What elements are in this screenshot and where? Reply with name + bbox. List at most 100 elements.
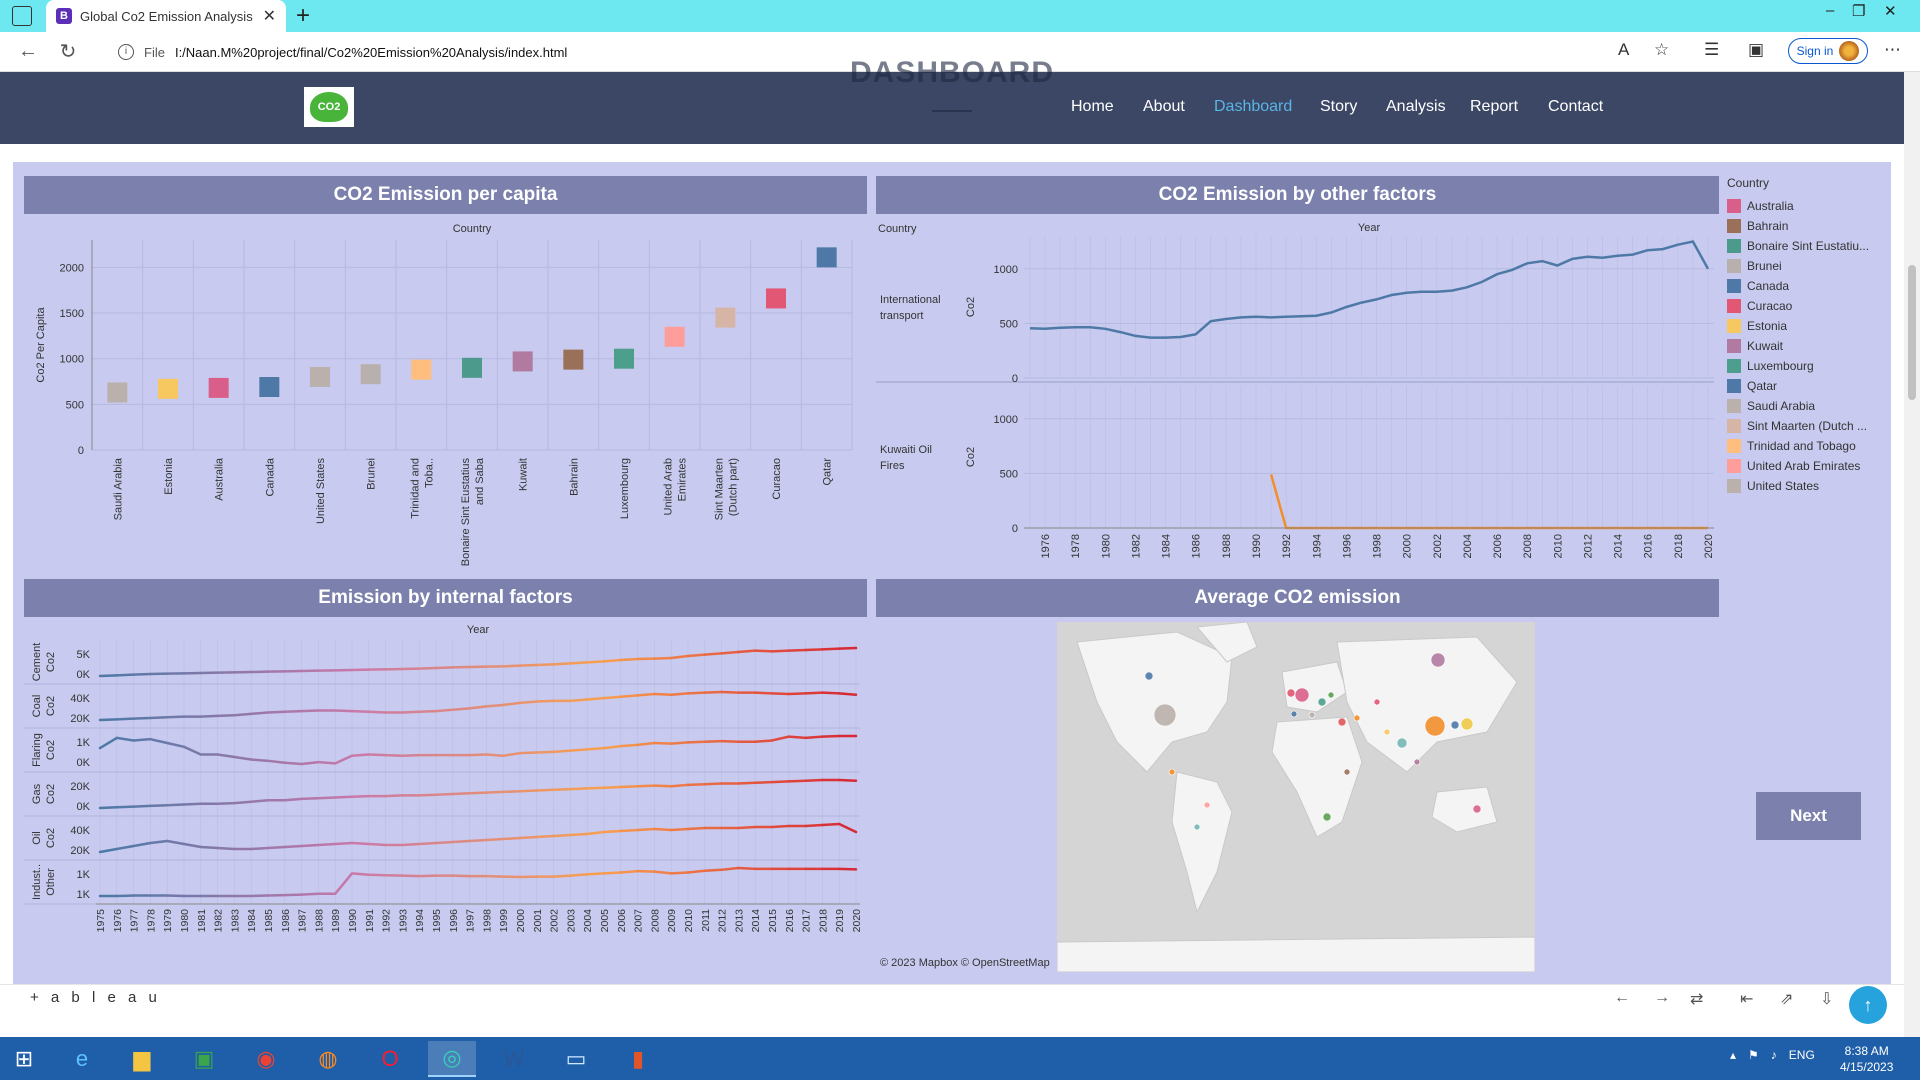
- legend-item[interactable]: Bonaire Sint Eustatiu...: [1727, 236, 1892, 256]
- file-explorer-icon[interactable]: ▆: [118, 1041, 166, 1077]
- legend-swatch: [1727, 299, 1741, 313]
- x-tick-label: Australia: [214, 457, 226, 501]
- x-tick-label: 2015: [767, 909, 779, 933]
- x-tick-label: Sint Maarten (Dutch part): [713, 458, 739, 520]
- series-segment: [569, 832, 589, 837]
- legend-item[interactable]: Saudi Arabia: [1727, 396, 1892, 416]
- more-menu-icon[interactable]: ⋯: [1884, 40, 1901, 60]
- scroll-to-top-button[interactable]: ↑: [1849, 986, 1887, 1024]
- legend-item[interactable]: Brunei: [1727, 256, 1892, 276]
- pdf-app-icon[interactable]: ▮: [614, 1041, 662, 1077]
- x-tick-label: 2018: [817, 909, 829, 933]
- opera-icon[interactable]: O: [366, 1041, 414, 1077]
- per-capita-scatter-chart[interactable]: Country Co2 Per Capita 0 500 1000 1500 2000 Sau…: [24, 218, 867, 573]
- legend-item[interactable]: United States: [1727, 476, 1892, 496]
- revert-icon[interactable]: ⇄: [1690, 989, 1703, 1009]
- legend-item[interactable]: Australia: [1727, 196, 1892, 216]
- flag-icon[interactable]: ⚑: [1748, 1048, 1759, 1062]
- reset-icon[interactable]: ⇤: [1740, 989, 1753, 1009]
- windows-start-icon[interactable]: ⊞: [0, 1041, 48, 1077]
- internet-explorer-icon[interactable]: e: [58, 1041, 106, 1077]
- firefox-icon[interactable]: ◍: [304, 1041, 352, 1077]
- refresh-icon[interactable]: ↻: [48, 39, 88, 64]
- download-icon[interactable]: ⇩: [1820, 989, 1833, 1009]
- share-icon[interactable]: ⇗: [1780, 989, 1793, 1009]
- undo-icon[interactable]: ←: [1614, 989, 1630, 1007]
- sign-in-button[interactable]: Sign in: [1788, 38, 1868, 64]
- back-icon[interactable]: ←: [8, 40, 48, 63]
- nav-analysis[interactable]: Analysis: [1386, 98, 1446, 116]
- asia-shape: [1336, 636, 1518, 773]
- x-tick-label: 1993: [397, 909, 409, 933]
- row-label: Fires: [880, 460, 905, 472]
- series-segment: [300, 892, 320, 896]
- series-segment: [417, 841, 438, 846]
- tab-actions-icon[interactable]: [12, 6, 32, 26]
- legend-item[interactable]: Curacao: [1727, 296, 1892, 316]
- next-button[interactable]: Next: [1756, 792, 1861, 840]
- restore-icon[interactable]: ❐: [1852, 2, 1865, 20]
- legend-item[interactable]: United Arab Emirates: [1727, 456, 1892, 476]
- internal-factors-line-chart[interactable]: YearCement Co2 5K0KCoal Co2 40K20KFlaring Co2…: [24, 620, 867, 980]
- site-logo[interactable]: CO2: [304, 87, 354, 127]
- series-segment: [602, 695, 623, 700]
- language-indicator[interactable]: ENG: [1789, 1048, 1815, 1062]
- series-segment: [569, 873, 589, 877]
- legend-item[interactable]: Estonia: [1727, 316, 1892, 336]
- tableau-logo[interactable]: + a b l e a u: [30, 989, 161, 1006]
- new-tab-icon[interactable]: +: [296, 2, 310, 30]
- series-segment: [115, 717, 135, 721]
- close-window-icon[interactable]: ✕: [1884, 2, 1897, 20]
- other-factors-line-chart[interactable]: Country Year International transport Co2 0 500…: [876, 218, 1719, 573]
- redo-icon[interactable]: →: [1654, 989, 1670, 1007]
- nav-home[interactable]: Home: [1071, 98, 1114, 116]
- close-tab-icon[interactable]: ✕: [263, 6, 276, 26]
- x-tick-label: 2006: [616, 909, 628, 933]
- series-segment: [384, 794, 404, 798]
- series-segment: [485, 790, 505, 794]
- x-tick-label: 2017: [801, 909, 813, 933]
- taskbar-clock[interactable]: 8:38 AM 4/15/2023: [1840, 1043, 1893, 1075]
- page-scrollbar[interactable]: [1904, 72, 1920, 1037]
- world-map[interactable]: [1057, 622, 1535, 972]
- add-favorite-icon[interactable]: ☆: [1654, 40, 1669, 60]
- browser-tab-active[interactable]: B Global Co2 Emission Analysis ✕: [46, 0, 286, 32]
- data-mark-square: [766, 288, 786, 309]
- store-icon[interactable]: ▣: [180, 1041, 228, 1077]
- x-tick-label: 1977: [129, 909, 141, 933]
- series-segment: [720, 690, 740, 694]
- nav-story[interactable]: Story: [1320, 98, 1357, 116]
- y-tick-label: 0K: [77, 669, 91, 681]
- volume-icon[interactable]: ♪: [1771, 1048, 1777, 1062]
- tray-chevron-icon[interactable]: ▴: [1730, 1048, 1736, 1062]
- legend-item[interactable]: Trinidad and Tobago: [1727, 436, 1892, 456]
- page-scrollbar-thumb[interactable]: [1908, 265, 1916, 400]
- chrome-icon[interactable]: ◉: [242, 1041, 290, 1077]
- legend-item[interactable]: Kuwait: [1727, 336, 1892, 356]
- legend-item[interactable]: Qatar: [1727, 376, 1892, 396]
- series-segment: [653, 784, 673, 788]
- info-icon[interactable]: i: [118, 44, 134, 60]
- nav-report[interactable]: Report: [1470, 98, 1518, 116]
- edge-icon[interactable]: ◎: [428, 1041, 476, 1077]
- series-segment: [501, 701, 522, 707]
- series-segment: [518, 700, 539, 705]
- legend-item[interactable]: Canada: [1727, 276, 1892, 296]
- nav-contact[interactable]: Contact: [1548, 98, 1603, 116]
- x-tick-label: Bonaire Sint Eustatius and Saba: [460, 457, 486, 566]
- read-aloud-icon[interactable]: A: [1618, 40, 1629, 60]
- x-tick-label: 2004: [582, 909, 594, 933]
- nav-about[interactable]: About: [1143, 98, 1185, 116]
- legend-item[interactable]: Luxembourg: [1727, 356, 1892, 376]
- url-text[interactable]: I:/Naan.M%20project/final/Co2%20Emission…: [175, 45, 567, 60]
- legend-item[interactable]: Sint Maarten (Dutch ...: [1727, 416, 1892, 436]
- series-segment: [535, 788, 555, 792]
- collections-icon[interactable]: ▣: [1748, 40, 1764, 60]
- legend-item[interactable]: Bahrain: [1727, 216, 1892, 236]
- word-icon[interactable]: W: [490, 1041, 538, 1077]
- minimize-icon[interactable]: –: [1826, 2, 1834, 19]
- photos-icon[interactable]: ▭: [552, 1041, 600, 1077]
- favorites-icon[interactable]: ☰: [1704, 40, 1719, 60]
- x-tick-label: 1986: [1191, 534, 1203, 558]
- nav-dashboard[interactable]: Dashboard: [1214, 98, 1292, 116]
